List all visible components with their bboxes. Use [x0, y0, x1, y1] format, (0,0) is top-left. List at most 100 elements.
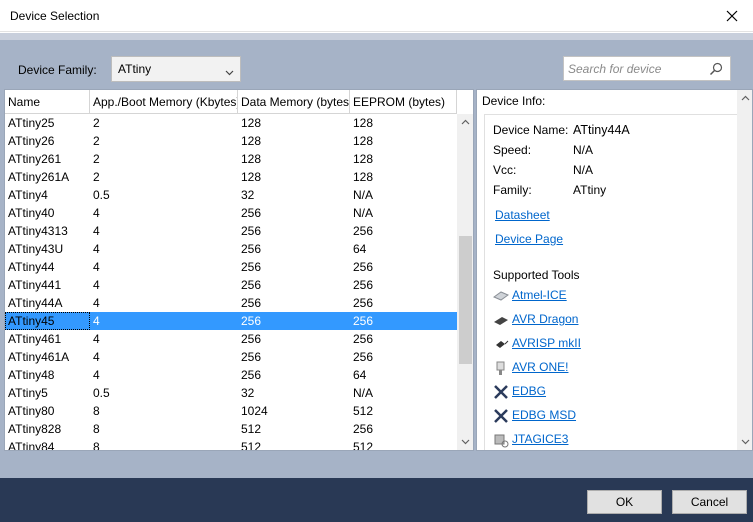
cell-data-memory: 256: [241, 314, 262, 328]
device-family-dropdown[interactable]: ATtiny: [111, 56, 241, 82]
scroll-down-icon[interactable]: [737, 433, 752, 450]
cell-eeprom: 256: [353, 224, 374, 238]
tool-link[interactable]: AVR ONE!: [512, 360, 568, 374]
tool-link[interactable]: EDBG: [512, 384, 546, 398]
table-row[interactable]: ATtiny441 4 256 256: [5, 276, 457, 294]
table-row[interactable]: ATtiny4 0.5 32 N/A: [5, 186, 457, 204]
table-row[interactable]: ATtiny461 4 256 256: [5, 330, 457, 348]
family-label: Family:: [493, 183, 532, 197]
cell-eeprom: 64: [353, 368, 367, 382]
cell-data-memory: 256: [241, 296, 262, 310]
tool-link[interactable]: AVR Dragon: [512, 312, 578, 326]
tool-link[interactable]: JTAGICE3: [512, 432, 568, 446]
jtagice3-icon: [493, 432, 509, 448]
search-input[interactable]: [568, 60, 708, 78]
table-row[interactable]: ATtiny461A 4 256 256: [5, 348, 457, 366]
cell-name: ATtiny44A: [8, 296, 63, 310]
table-row[interactable]: ATtiny25 2 128 128: [5, 114, 457, 132]
device-name-label: Device Name:: [493, 123, 569, 137]
scroll-up-icon[interactable]: [457, 114, 473, 131]
scrollbar-thumb[interactable]: [459, 236, 472, 364]
column-header-data-memory[interactable]: Data Memory (bytes): [238, 90, 350, 114]
cancel-button[interactable]: Cancel: [672, 490, 747, 514]
cell-eeprom: 256: [353, 332, 374, 346]
column-header-app-memory[interactable]: App./Boot Memory (Kbytes): [90, 90, 238, 114]
cell-app-memory: 4: [93, 368, 100, 382]
cell-name: ATtiny4313: [8, 224, 68, 238]
search-icon[interactable]: [708, 61, 724, 80]
supported-tools-label: Supported Tools: [493, 268, 580, 282]
table-row[interactable]: ATtiny84 8 512 512: [5, 438, 457, 450]
cell-data-memory: 128: [241, 116, 262, 130]
device-info-label: Device Info:: [482, 94, 546, 108]
edbg-icon: [493, 408, 509, 424]
cell-name: ATtiny441: [8, 278, 62, 292]
cell-app-memory: 2: [93, 152, 100, 166]
table-row[interactable]: ATtiny828 8 512 256: [5, 420, 457, 438]
table-row[interactable]: ATtiny5 0.5 32 N/A: [5, 384, 457, 402]
cell-app-memory: 4: [93, 278, 100, 292]
device-list[interactable]: Name App./Boot Memory (Kbytes) Data Memo…: [4, 89, 474, 451]
cell-data-memory: 256: [241, 332, 262, 346]
device-family-value: ATtiny: [118, 62, 152, 76]
cell-eeprom: 128: [353, 134, 374, 148]
cell-data-memory: 256: [241, 224, 262, 238]
device-page-link[interactable]: Device Page: [495, 232, 563, 246]
cell-app-memory: 2: [93, 170, 100, 184]
table-row[interactable]: ATtiny261 2 128 128: [5, 150, 457, 168]
cell-data-memory: 256: [241, 260, 262, 274]
column-header-name[interactable]: Name: [5, 90, 90, 114]
table-row[interactable]: ATtiny26 2 128 128: [5, 132, 457, 150]
datasheet-link[interactable]: Datasheet: [495, 208, 550, 222]
device-family-label: Device Family:: [18, 63, 97, 77]
table-row[interactable]: ATtiny43U 4 256 64: [5, 240, 457, 258]
table-row[interactable]: ATtiny40 4 256 N/A: [5, 204, 457, 222]
table-row[interactable]: ATtiny80 8 1024 512: [5, 402, 457, 420]
cell-data-memory: 32: [241, 188, 255, 202]
device-info-content: Device Name: ATtiny44A Speed: N/A Vcc: N…: [484, 114, 739, 450]
device-list-header: Name App./Boot Memory (Kbytes) Data Memo…: [5, 90, 457, 114]
cell-data-memory: 256: [241, 368, 262, 382]
cell-app-memory: 0.5: [93, 188, 110, 202]
cell-app-memory: 4: [93, 242, 100, 256]
cell-eeprom: N/A: [353, 206, 374, 220]
cell-app-memory: 8: [93, 440, 100, 450]
ok-button[interactable]: OK: [587, 490, 662, 514]
table-row[interactable]: ATtiny45 4 256 256: [5, 312, 457, 330]
cell-eeprom: 64: [353, 242, 367, 256]
cell-eeprom: N/A: [353, 188, 374, 202]
cell-name: ATtiny261: [8, 152, 62, 166]
avrisp-icon: [493, 336, 509, 352]
cell-eeprom: 128: [353, 170, 374, 184]
cell-name: ATtiny25: [8, 116, 55, 130]
table-row[interactable]: ATtiny48 4 256 64: [5, 366, 457, 384]
close-icon[interactable]: [721, 5, 743, 27]
device-list-scrollbar[interactable]: [457, 114, 473, 450]
cell-eeprom: 256: [353, 350, 374, 364]
cell-eeprom: 128: [353, 152, 374, 166]
scroll-up-icon[interactable]: [737, 90, 752, 107]
device-list-body: ATtiny25 2 128 128 ATtiny26 2 128 128 ATtiny261 2…: [5, 114, 457, 450]
device-search-box[interactable]: [563, 56, 731, 81]
device-info-scrollbar[interactable]: [737, 90, 752, 450]
tool-link[interactable]: EDBG MSD: [512, 408, 576, 422]
cell-eeprom: 128: [353, 116, 374, 130]
table-row[interactable]: ATtiny44A 4 256 256: [5, 294, 457, 312]
cell-app-memory: 4: [93, 224, 100, 238]
cell-eeprom: 256: [353, 296, 374, 310]
tool-link[interactable]: Atmel-ICE: [512, 288, 567, 302]
vcc-value: N/A: [573, 163, 594, 177]
cell-name: ATtiny84: [8, 440, 55, 450]
cell-data-memory: 32: [241, 386, 255, 400]
scroll-down-icon[interactable]: [457, 433, 473, 450]
table-row[interactable]: ATtiny261A 2 128 128: [5, 168, 457, 186]
cell-name: ATtiny4: [8, 188, 48, 202]
device-info-panel: Device Name: ATtiny44A Speed: N/A Vcc: N…: [476, 89, 753, 451]
cell-app-memory: 8: [93, 404, 100, 418]
cell-data-memory: 256: [241, 242, 262, 256]
table-row[interactable]: ATtiny44 4 256 256: [5, 258, 457, 276]
column-header-eeprom[interactable]: EEPROM (bytes): [350, 90, 457, 114]
table-row[interactable]: ATtiny4313 4 256 256: [5, 222, 457, 240]
cell-name: ATtiny828: [8, 422, 62, 436]
tool-link[interactable]: AVRISP mkII: [512, 336, 581, 350]
